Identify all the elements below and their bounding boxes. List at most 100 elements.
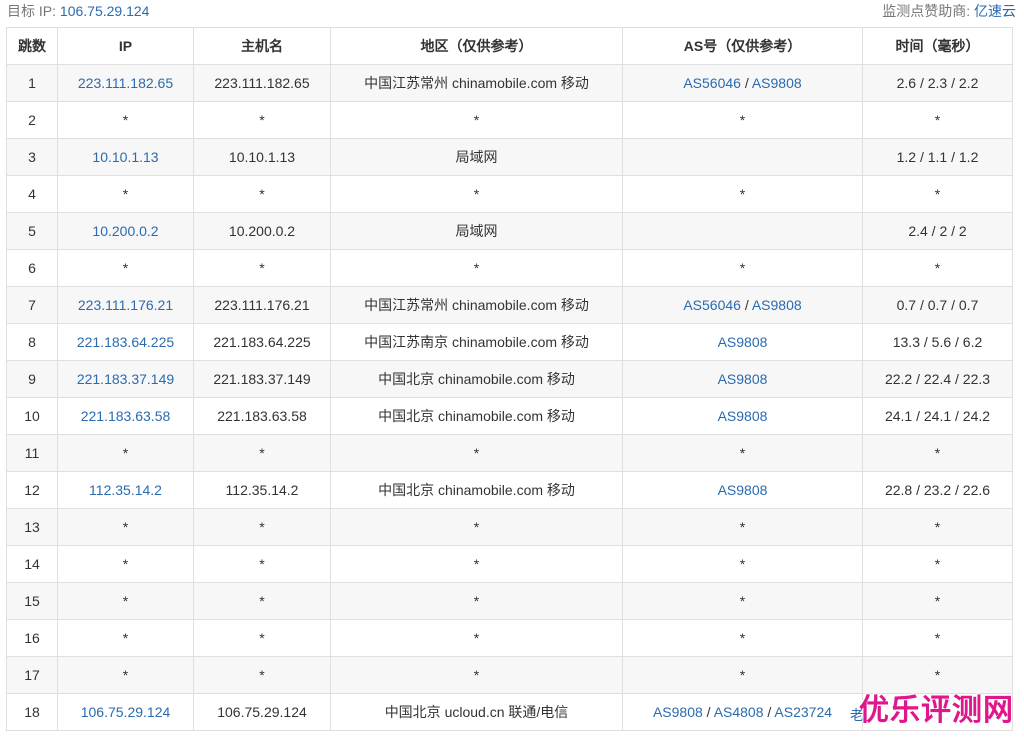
as-link[interactable]: AS9808 (718, 482, 768, 498)
ip-cell-link[interactable]: 112.35.14.2 (89, 482, 162, 498)
ip-cell-link[interactable]: 221.183.63.58 (81, 408, 171, 424)
as-separator: / (763, 704, 775, 720)
ip-cell-link[interactable]: 106.75.29.124 (81, 704, 171, 720)
host-cell: * (193, 508, 331, 546)
as-link[interactable]: AS4808 (714, 704, 764, 720)
column-header-host: 主机名 (193, 27, 331, 65)
as-link[interactable]: AS23724 (774, 704, 832, 720)
target-ip-link[interactable]: 106.75.29.124 (60, 3, 150, 19)
host-cell: 223.111.176.21 (193, 286, 331, 324)
target-info: 目标 IP: 106.75.29.124 (7, 0, 149, 22)
region-cell: 中国江苏南京 chinamobile.com 移动 (330, 323, 623, 361)
region-cell: * (330, 582, 623, 620)
ip-cell-link[interactable]: 10.10.1.13 (92, 149, 158, 165)
host-cell: * (193, 545, 331, 583)
region-cell: * (330, 434, 623, 472)
ip-cell: 221.183.37.149 (57, 360, 194, 398)
hop-cell: 7 (6, 286, 58, 324)
host-cell: 221.183.37.149 (193, 360, 331, 398)
as-cell (622, 212, 863, 250)
ip-cell: 223.111.176.21 (57, 286, 194, 324)
watermark-text: 优乐评测网 (859, 693, 1014, 728)
time-cell: 0.7 / 0.7 / 0.7 (862, 286, 1013, 324)
hop-cell: 15 (6, 582, 58, 620)
table-body: 1 223.111.182.65 223.111.182.65 中国江苏常州 chin… (6, 64, 1013, 731)
hop-cell: 3 (6, 138, 58, 176)
table-row: 7 223.111.176.21 223.111.176.21 中国江苏常州 chin… (6, 286, 1013, 324)
as-link[interactable]: AS9808 (752, 297, 802, 313)
ip-cell-link[interactable]: 10.200.0.2 (92, 223, 158, 239)
as-value: * (739, 445, 746, 461)
column-header-as: AS号（仅供参考） (622, 27, 863, 65)
hop-cell: 18 (6, 693, 58, 731)
as-cell (622, 138, 863, 176)
as-cell: * (622, 656, 863, 694)
region-cell: 中国江苏常州 chinamobile.com 移动 (330, 64, 623, 102)
column-header-hop: 跳数 (6, 27, 58, 65)
hop-cell: 10 (6, 397, 58, 435)
top-bar: 目标 IP: 106.75.29.124 监测点赞助商: 亿速云 (0, 0, 1024, 24)
as-separator: / (702, 704, 714, 720)
watermark-logo: 优乐评测网 (859, 685, 1014, 729)
ip-cell: 10.10.1.13 (57, 138, 194, 176)
ip-cell-link[interactable]: 221.183.37.149 (77, 371, 174, 387)
as-value: * (739, 260, 746, 276)
hop-cell: 9 (6, 360, 58, 398)
time-cell: 24.1 / 24.1 / 24.2 (862, 397, 1013, 435)
as-cell: AS9808 / AS4808 / AS23724 (622, 693, 863, 731)
as-link[interactable]: AS56046 (683, 297, 741, 313)
as-link[interactable]: AS9808 (718, 408, 768, 424)
as-cell: AS9808 (622, 471, 863, 509)
ip-cell: * (57, 619, 194, 657)
time-cell: 2.6 / 2.3 / 2.2 (862, 64, 1013, 102)
as-link[interactable]: AS9808 (718, 371, 768, 387)
ip-cell: * (57, 249, 194, 287)
as-link[interactable]: AS9808 (718, 334, 768, 350)
host-cell: * (193, 249, 331, 287)
table-header-row: 跳数 IP 主机名 地区（仅供参考） AS号（仅供参考） 时间（毫秒） (6, 27, 1013, 65)
as-separator: / (740, 75, 752, 91)
region-cell: * (330, 508, 623, 546)
time-cell: 22.8 / 23.2 / 22.6 (862, 471, 1013, 509)
as-value: * (739, 519, 746, 535)
as-link[interactable]: AS56046 (683, 75, 741, 91)
host-cell: * (193, 582, 331, 620)
as-cell: AS9808 (622, 397, 863, 435)
as-link[interactable]: AS9808 (653, 704, 703, 720)
table-row: 8 221.183.64.225 221.183.64.225 中国江苏南京 chin… (6, 323, 1013, 361)
table-row: 4 * * * * * (6, 175, 1013, 213)
as-cell: AS56046 / AS9808 (622, 64, 863, 102)
hop-cell: 1 (6, 64, 58, 102)
hop-cell: 16 (6, 619, 58, 657)
region-cell: 中国北京 chinamobile.com 移动 (330, 360, 623, 398)
ip-cell: * (57, 656, 194, 694)
sponsor-link[interactable]: 亿速云 (974, 3, 1016, 19)
hop-cell: 13 (6, 508, 58, 546)
time-cell: * (862, 582, 1013, 620)
time-cell: * (862, 508, 1013, 546)
hop-cell: 6 (6, 249, 58, 287)
as-value: * (739, 556, 746, 572)
table-row: 12 112.35.14.2 112.35.14.2 中国北京 chinamobile… (6, 471, 1013, 509)
hop-cell: 17 (6, 656, 58, 694)
time-cell: * (862, 545, 1013, 583)
region-cell: 中国江苏常州 chinamobile.com 移动 (330, 286, 623, 324)
as-separator: / (740, 297, 752, 313)
host-cell: * (193, 434, 331, 472)
table-row: 5 10.200.0.2 10.200.0.2 局域网 2.4 / 2 / 2 (6, 212, 1013, 250)
time-cell: * (862, 175, 1013, 213)
as-value: * (739, 186, 746, 202)
ip-cell-link[interactable]: 223.111.176.21 (78, 297, 173, 313)
as-link[interactable]: AS9808 (752, 75, 802, 91)
table-row: 16 * * * * * (6, 619, 1013, 657)
ip-cell: * (57, 582, 194, 620)
column-header-time: 时间（毫秒） (862, 27, 1013, 65)
ip-cell-link[interactable]: 223.111.182.65 (78, 75, 173, 91)
region-cell: 局域网 (330, 212, 623, 250)
hop-cell: 14 (6, 545, 58, 583)
as-value: * (739, 593, 746, 609)
hop-cell: 8 (6, 323, 58, 361)
as-cell: * (622, 582, 863, 620)
ip-cell-link[interactable]: 221.183.64.225 (77, 334, 174, 350)
column-header-region: 地区（仅供参考） (330, 27, 623, 65)
